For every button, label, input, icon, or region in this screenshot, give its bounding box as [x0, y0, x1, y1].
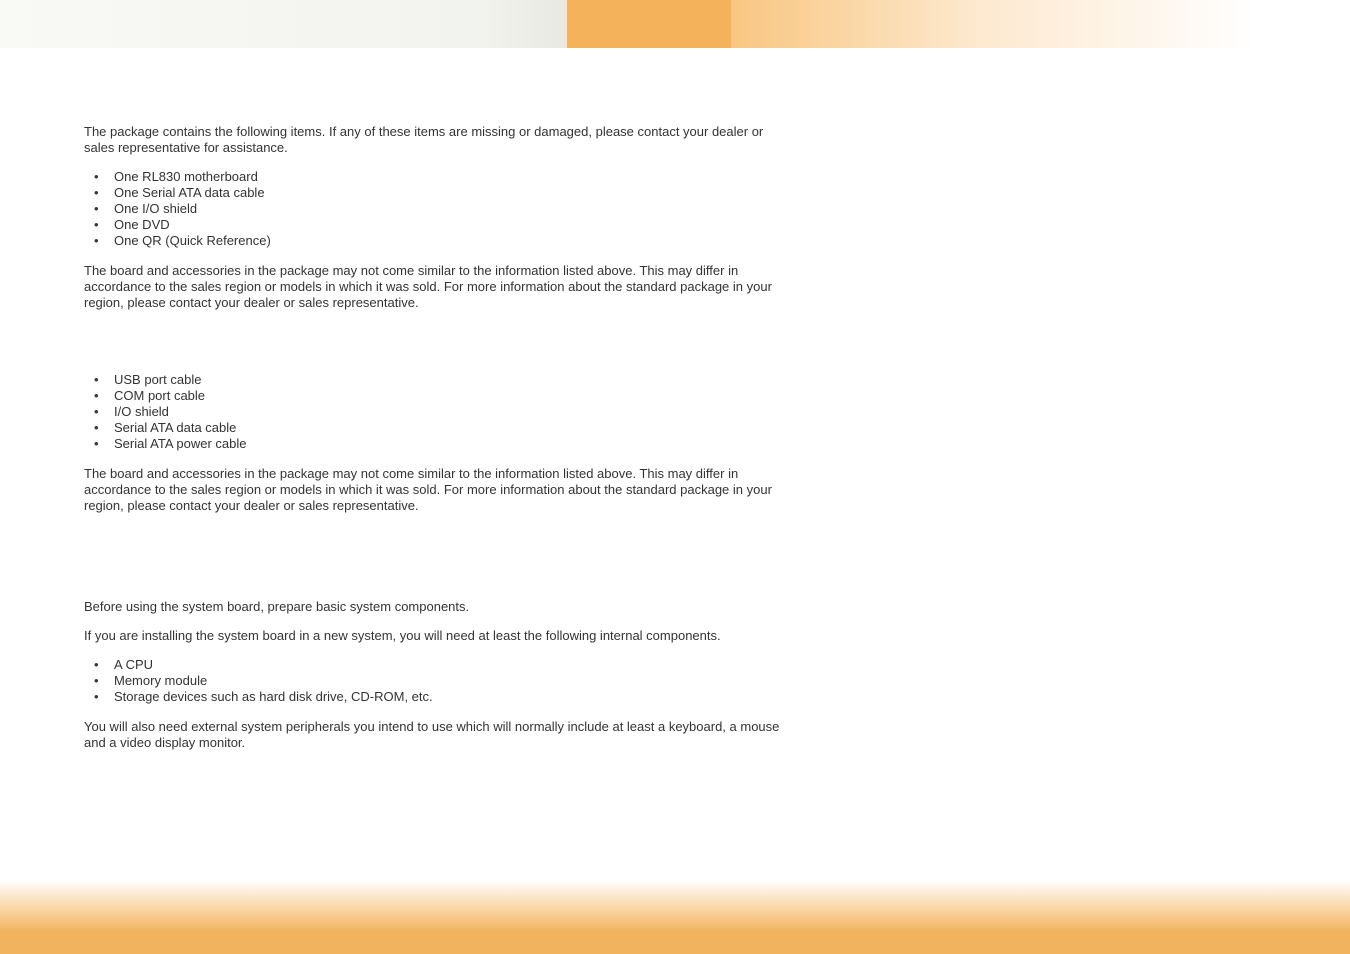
s3-intro1: Before using the system board, prepare b…: [84, 599, 794, 615]
s1-intro: The package contains the following items…: [84, 124, 794, 156]
s2-list: USB port cable COM port cable I/O shield…: [90, 372, 900, 452]
bottom-banner: [0, 880, 1350, 954]
banner-mid: [567, 0, 731, 48]
s1-note: The board and accessories in the package…: [84, 263, 794, 311]
page: The package contains the following items…: [0, 0, 1350, 954]
top-banner: [0, 0, 1350, 48]
list-item: I/O shield: [90, 404, 790, 420]
list-item: One DVD: [90, 217, 790, 233]
s1-list: One RL830 motherboard One Serial ATA dat…: [90, 169, 900, 249]
spacer: [84, 527, 900, 599]
list-item: USB port cable: [90, 372, 790, 388]
list-item: Serial ATA power cable: [90, 436, 790, 452]
banner-left: [0, 0, 567, 48]
list-item: One Serial ATA data cable: [90, 185, 790, 201]
content-column: The package contains the following items…: [84, 124, 900, 764]
banner-right: [731, 0, 1350, 48]
list-item: A CPU: [90, 657, 790, 673]
s3-outro: You will also need external system perip…: [84, 719, 794, 751]
list-item: Serial ATA data cable: [90, 420, 790, 436]
list-item: One I/O shield: [90, 201, 790, 217]
s3-intro2: If you are installing the system board i…: [84, 628, 794, 644]
list-item: One QR (Quick Reference): [90, 233, 790, 249]
list-item: Memory module: [90, 673, 790, 689]
s3-list: A CPU Memory module Storage devices such…: [90, 657, 900, 705]
list-item: COM port cable: [90, 388, 790, 404]
list-item: Storage devices such as hard disk drive,…: [90, 689, 790, 705]
list-item: One RL830 motherboard: [90, 169, 790, 185]
s2-note: The board and accessories in the package…: [84, 466, 794, 514]
spacer: [84, 324, 900, 370]
